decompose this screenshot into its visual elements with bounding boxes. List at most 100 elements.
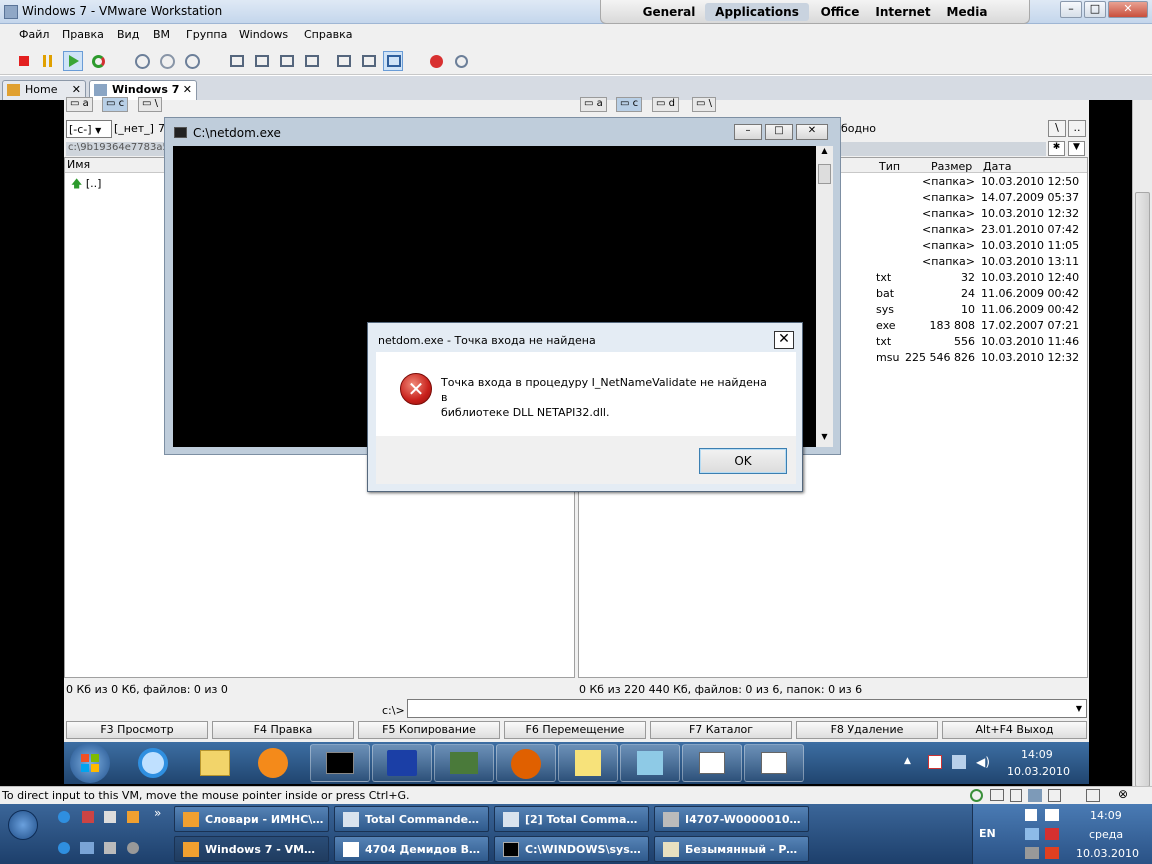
tray-icon-1[interactable]	[1025, 809, 1037, 821]
drive-button-d-right[interactable]: ▭ d	[652, 97, 679, 112]
tray-flag-icon[interactable]	[928, 755, 942, 769]
tray-icon-4[interactable]	[1045, 847, 1059, 859]
reset-icon[interactable]	[88, 51, 108, 71]
console-maximize-button[interactable]: □	[765, 124, 793, 140]
tray-volume-icon[interactable]: ◀)	[976, 755, 990, 769]
parent-dir-button[interactable]: ..	[1068, 120, 1086, 137]
record-icon[interactable]	[426, 51, 446, 71]
right-path[interactable]	[841, 142, 1046, 156]
device-cd-icon[interactable]	[970, 789, 983, 802]
unity-icon[interactable]	[276, 51, 296, 71]
quicklaunch-gear-icon[interactable]	[127, 842, 139, 854]
quicklaunch-monitor-icon[interactable]	[104, 842, 116, 854]
menu-vm[interactable]: ВМ	[153, 28, 170, 41]
taskbar-network-icon[interactable]	[434, 744, 494, 782]
menu-windows[interactable]: Windows	[239, 28, 288, 41]
drive-button-network[interactable]: ▭ \	[138, 97, 163, 112]
menu-help[interactable]: Справка	[304, 28, 352, 41]
col-date[interactable]: Дата	[983, 160, 1011, 173]
media-player-icon[interactable]	[258, 748, 288, 778]
device-network-icon[interactable]	[1028, 789, 1042, 802]
quicklaunch-app-icon[interactable]	[82, 811, 94, 823]
quicklaunch-tool-icon[interactable]	[127, 811, 139, 823]
quicklaunch-ie-2-icon[interactable]	[58, 842, 70, 854]
f6-move-button[interactable]: F6 Перемещение	[504, 721, 646, 739]
close-icon[interactable]: ✕	[72, 83, 81, 96]
taskbar-info-icon[interactable]	[496, 744, 556, 782]
console-minimize-button[interactable]: –	[734, 124, 762, 140]
suspend-button[interactable]	[38, 51, 58, 71]
f7-mkdir-button[interactable]: F7 Каталог	[650, 721, 792, 739]
dialog-close-button[interactable]: ✕	[774, 331, 794, 349]
internet-explorer-icon[interactable]	[138, 748, 168, 778]
col-type[interactable]: Тип	[879, 160, 900, 173]
f4-edit-button[interactable]: F4 Правка	[212, 721, 354, 739]
drive-button-network-right[interactable]: ▭ \	[692, 97, 717, 112]
quick-switch-icon[interactable]	[226, 51, 246, 71]
command-input[interactable]: ▼	[407, 699, 1087, 718]
taskbar-notepad-icon[interactable]	[620, 744, 680, 782]
console-close-button[interactable]: ✕	[796, 124, 828, 140]
replay-icon[interactable]	[451, 51, 471, 71]
tab-general[interactable]: General	[635, 3, 703, 21]
minimize-button[interactable]: –	[1060, 1, 1082, 18]
host-task-cmd[interactable]: C:\WINDOWS\syste...	[494, 836, 649, 862]
device-close-icon[interactable]: ⊗	[1118, 787, 1128, 801]
device-usb-icon[interactable]	[1048, 789, 1061, 802]
f5-copy-button[interactable]: F5 Копирование	[358, 721, 500, 739]
guest-clock-date[interactable]: 10.03.2010	[1007, 765, 1070, 778]
host-clock-day[interactable]: среда	[1089, 828, 1123, 841]
snapshot-manager-icon[interactable]	[182, 51, 202, 71]
maximize-button[interactable]: □	[1084, 1, 1106, 18]
power-on-button[interactable]	[63, 51, 83, 71]
quicklaunch-doc-icon[interactable]	[104, 811, 116, 823]
full-screen-icon[interactable]	[251, 51, 271, 71]
drive-button-c-right[interactable]: ▭ c	[616, 97, 643, 112]
tab-media[interactable]: Media	[937, 3, 997, 21]
host-task-vmware[interactable]: Windows 7 - VMwa...	[174, 836, 329, 862]
device-floppy-icon[interactable]	[1010, 789, 1022, 802]
quicklaunch-ie-icon[interactable]	[58, 811, 70, 823]
tray-network-icon[interactable]	[952, 755, 966, 769]
scrollbar-thumb[interactable]	[1135, 192, 1150, 787]
host-task-i4707[interactable]: I4707-W00000103 - ...	[654, 806, 809, 832]
taskbar-save-icon[interactable]	[372, 744, 432, 782]
root-button[interactable]: \	[1048, 120, 1066, 137]
menu-team[interactable]: Группа	[186, 28, 227, 41]
console-view-icon[interactable]	[333, 51, 353, 71]
explorer-icon[interactable]	[200, 750, 230, 776]
device-disk-icon[interactable]	[990, 789, 1004, 801]
menu-view[interactable]: Вид	[117, 28, 139, 41]
host-task-slovari[interactable]: Словари - ИМНС\К...	[174, 806, 329, 832]
revert-snapshot-icon[interactable]	[157, 51, 177, 71]
host-task-paint[interactable]: Безымянный - Pain...	[654, 836, 809, 862]
f3-view-button[interactable]: F3 Просмотр	[66, 721, 208, 739]
taskbar-window-icon[interactable]	[682, 744, 742, 782]
hotlist-button[interactable]: ▼	[1068, 141, 1085, 156]
console-scrollbar[interactable]: ▲ ▼	[816, 146, 833, 447]
drive-button-a-right[interactable]: ▭ a	[580, 97, 607, 112]
tray-volume-host-icon[interactable]	[1025, 847, 1039, 859]
host-clock-time[interactable]: 14:09	[1090, 809, 1122, 822]
quicklaunch-more-icon[interactable]: »	[154, 806, 161, 820]
summary-icon[interactable]	[301, 51, 321, 71]
close-icon[interactable]: ✕	[183, 83, 192, 96]
host-task-mail[interactable]: 4704 Демидов В.Л. ...	[334, 836, 489, 862]
menu-file[interactable]: Файл	[19, 28, 49, 41]
start-button[interactable]	[70, 743, 110, 783]
tray-up-arrow-icon[interactable]: ▲	[904, 756, 911, 766]
close-button[interactable]: ✕	[1108, 1, 1148, 18]
drive-combo[interactable]: [-c-] ▼	[66, 120, 112, 138]
tab-office[interactable]: Office	[811, 3, 869, 21]
tab-applications[interactable]: Applications	[705, 3, 809, 21]
host-clock-date[interactable]: 10.03.2010	[1076, 847, 1139, 860]
drive-button-a[interactable]: ▭ a	[66, 97, 93, 112]
ok-button[interactable]: OK	[699, 448, 787, 474]
guest-clock-time[interactable]: 14:09	[1021, 748, 1053, 761]
col-size[interactable]: Размер	[931, 160, 972, 173]
quicklaunch-desktop-icon[interactable]	[80, 842, 94, 854]
menu-edit[interactable]: Правка	[62, 28, 104, 41]
device-display-icon[interactable]	[1086, 789, 1100, 802]
tab-internet[interactable]: Internet	[871, 3, 935, 21]
vm-vertical-scrollbar[interactable]	[1132, 100, 1152, 787]
